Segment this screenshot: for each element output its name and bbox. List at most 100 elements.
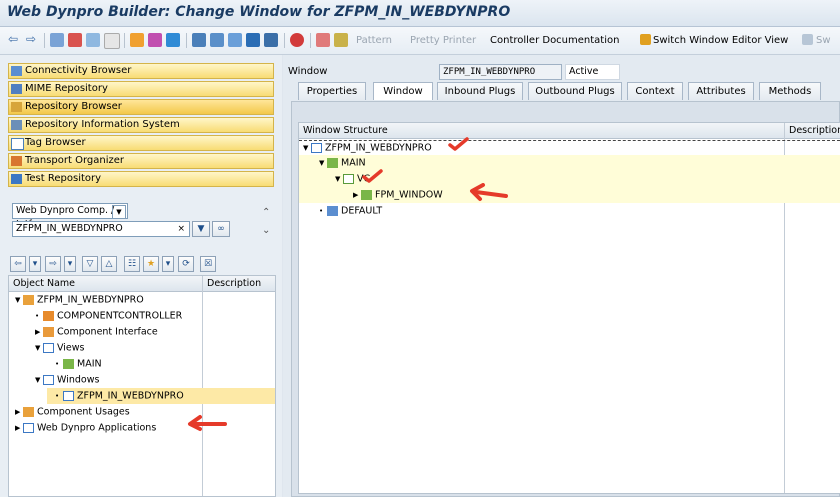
repository-icon (11, 102, 22, 112)
collapsed-icon[interactable]: ▶ (9, 404, 23, 420)
dropdown-button[interactable]: ▼ (192, 221, 210, 237)
tag-browser-button[interactable]: Tag Browser (8, 135, 274, 151)
close-tree-button[interactable]: ☒ (200, 256, 216, 272)
tree-row-window-selected[interactable]: • ZFPM_IN_WEBDYNPRO (47, 388, 275, 404)
test-icon[interactable] (130, 33, 144, 47)
previous-object-button[interactable]: ⇦ (10, 256, 26, 272)
tree-row-component[interactable]: ▼ ZFPM_IN_WEBDYNPRO (9, 292, 275, 308)
annotation-check-mark (448, 137, 469, 151)
navigate-icon[interactable] (166, 33, 180, 47)
expanded-icon[interactable]: ▼ (299, 155, 327, 171)
column-object-name[interactable]: Object Name (13, 276, 75, 291)
tab-outbound-plugs[interactable]: Outbound Plugs (528, 82, 622, 100)
pattern-icon[interactable] (316, 33, 330, 47)
scroll-down-icon[interactable]: ⌄ (262, 225, 270, 236)
info-system-icon (11, 120, 22, 130)
column-description[interactable]: Description (789, 123, 840, 138)
chevron-down-icon: ▾ (165, 259, 171, 269)
refresh-button[interactable]: ⟳ (178, 256, 194, 272)
other-object-icon[interactable] (68, 33, 82, 47)
back-arrow-icon[interactable]: ⇦ (8, 32, 18, 46)
object-name-input[interactable]: ZFPM_IN_WEBDYNPRO × (12, 221, 190, 237)
activate-icon[interactable] (104, 33, 120, 49)
collapsed-icon[interactable]: ▶ (9, 324, 43, 340)
collapsed-icon[interactable]: ▶ (9, 420, 23, 436)
tab-window[interactable]: Window (373, 82, 433, 100)
expanded-icon[interactable]: ▼ (9, 372, 43, 388)
window-icon[interactable] (228, 33, 242, 47)
tree-row-windows[interactable]: ▼ Windows (9, 372, 275, 388)
next-object-button[interactable]: ⇨ (45, 256, 61, 272)
expanded-icon[interactable]: ▼ (299, 171, 343, 187)
transport-organizer-button[interactable]: Transport Organizer (8, 153, 274, 169)
tree-row-views[interactable]: ▼ Views (9, 340, 275, 356)
ws-row-window[interactable]: ▼ ZFPM_IN_WEBDYNPRO (299, 140, 840, 156)
collapse-button[interactable]: ▽ (82, 256, 98, 272)
expanded-icon[interactable]: ▼ (9, 340, 43, 356)
next-dropdown-button[interactable]: ▾ (64, 256, 76, 272)
tree-row-component-usages[interactable]: ▶ Component Usages (9, 404, 275, 420)
repository-browser-button[interactable]: Repository Browser (8, 99, 274, 115)
expand-icon: △ (105, 259, 113, 269)
application-toolbar: ⇦ ⇨ Pattern Pretty Printer Controller Do… (0, 27, 840, 55)
where-used-icon[interactable] (148, 33, 162, 47)
display-change-icon[interactable] (50, 33, 64, 47)
pattern-button[interactable]: Pattern (356, 35, 392, 46)
window-icon (63, 391, 74, 401)
tab-methods[interactable]: Methods (759, 82, 821, 100)
repository-information-system-button[interactable]: Repository Information System (8, 117, 274, 133)
forward-arrow-icon[interactable]: ⇨ (26, 32, 36, 46)
hierarchy-button[interactable]: ☷ (124, 256, 140, 272)
layout-icon[interactable] (210, 33, 224, 47)
tag-icon (11, 138, 24, 150)
tab-properties[interactable]: Properties (298, 82, 366, 100)
test-repository-button[interactable]: Test Repository (8, 171, 274, 187)
breakpoint-icon[interactable] (290, 33, 304, 47)
favorites-button[interactable]: ★ (143, 256, 159, 272)
collapsed-icon[interactable]: ▶ (299, 187, 361, 203)
object-navigator-panel: Connectivity Browser MIME Repository Rep… (0, 55, 288, 497)
controller-documentation-button[interactable]: Controller Documentation (490, 35, 619, 46)
column-window-structure[interactable]: Window Structure (303, 123, 388, 138)
chevron-down-icon: ▼ (197, 224, 205, 234)
tab-attributes[interactable]: Attributes (688, 82, 754, 100)
leaf-dot-icon: • (319, 207, 324, 215)
switch-window-editor-view-button[interactable]: Switch Window Editor View (653, 35, 788, 46)
window-editor-panel: Window ZFPM_IN_WEBDYNPRO Active Properti… (283, 55, 840, 497)
column-description[interactable]: Description (207, 276, 261, 291)
tree-row-main-view[interactable]: • MAIN (9, 356, 275, 372)
info-icon[interactable] (246, 33, 260, 47)
tab-inbound-plugs[interactable]: Inbound Plugs (437, 82, 523, 100)
object-list-icon[interactable] (264, 33, 278, 47)
object-type-select[interactable]: Web Dynpro Comp. / Intf. ▼ (12, 203, 128, 230)
previous-dropdown-button[interactable]: ▾ (29, 256, 41, 272)
tree-row-label: COMPONENTCONTROLLER (57, 310, 183, 322)
tree-row-component-interface[interactable]: ▶ Component Interface (9, 324, 275, 340)
window-structure-tree: Window Structure Description ▼ ZFPM_IN_WE… (298, 122, 840, 494)
scroll-up-icon[interactable]: ⌃ (262, 207, 270, 218)
tab-context[interactable]: Context (627, 82, 683, 100)
tree-row-componentcontroller[interactable]: • COMPONENTCONTROLLER (9, 308, 275, 324)
favorites-dropdown-button[interactable]: ▾ (162, 256, 174, 272)
nav-label: Transport Organizer (25, 155, 125, 166)
hierarchy-icon[interactable] (192, 33, 206, 47)
chevron-down-icon[interactable]: ▼ (112, 205, 126, 219)
mime-repository-button[interactable]: MIME Repository (8, 81, 274, 97)
expanded-icon[interactable]: ▼ (9, 292, 23, 308)
ws-row-fpm-window[interactable]: ▶ FPM_WINDOW (299, 187, 840, 203)
pretty-printer-button[interactable]: Pretty Printer (410, 35, 476, 46)
star-icon: ★ (146, 259, 156, 269)
check-icon[interactable] (86, 33, 100, 47)
connectivity-browser-button[interactable]: Connectivity Browser (8, 63, 274, 79)
ws-row-default[interactable]: • DEFAULT (299, 203, 840, 219)
pretty-printer-icon[interactable] (334, 33, 348, 47)
expand-button[interactable]: △ (101, 256, 117, 272)
tree-row-label: Windows (57, 374, 100, 386)
leaf-dot-icon: • (55, 360, 60, 368)
tree-row-web-dynpro-applications[interactable]: ▶ Web Dynpro Applications (9, 420, 275, 436)
sw-cut-button[interactable]: Sw (816, 35, 831, 46)
expanded-icon[interactable]: ▼ (299, 141, 311, 155)
clear-icon[interactable]: × (177, 222, 185, 236)
display-button[interactable]: ∞ (212, 221, 230, 237)
window-title: Web Dynpro Builder: Change Window for ZF… (7, 4, 511, 20)
